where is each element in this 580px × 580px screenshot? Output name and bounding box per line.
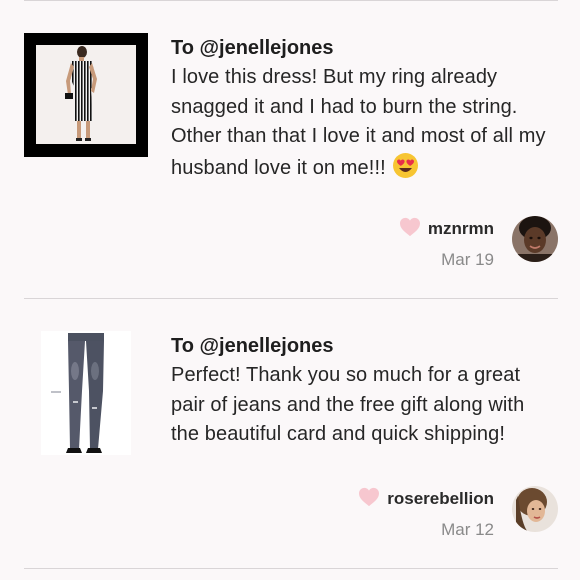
user-row: roserebellion	[358, 486, 494, 512]
heart-icon[interactable]	[358, 487, 380, 512]
reviewer-username[interactable]: mznrmn	[428, 219, 494, 239]
review-recipient[interactable]: To @jenellejones	[171, 34, 550, 62]
avatar[interactable]	[512, 486, 558, 532]
review-recipient[interactable]: To @jenellejones	[171, 332, 550, 360]
reviewer-username[interactable]: roserebellion	[387, 489, 494, 509]
divider-bottom	[24, 568, 558, 569]
review-body: To @jenellejones Perfect! Thank you so m…	[171, 332, 550, 450]
striped-dress-photo	[24, 33, 148, 157]
review-comment: Perfect! Thank you so much for a great p…	[171, 364, 525, 445]
review-date: Mar 12	[441, 520, 494, 539]
review-meta: mznrmn Mar 19	[399, 216, 494, 270]
review-date: Mar 19	[441, 250, 494, 269]
user-row: mznrmn	[399, 216, 494, 242]
heart-eyes-emoji	[392, 152, 419, 189]
review-body: To @jenellejones I love this dress! But …	[171, 34, 550, 188]
review-meta: roserebellion Mar 12	[358, 486, 494, 540]
avatar[interactable]	[512, 216, 558, 262]
heart-icon[interactable]	[399, 217, 421, 242]
review-comment: I love this dress! But my ring already s…	[171, 63, 550, 188]
product-thumbnail[interactable]	[24, 331, 148, 455]
review-item: To @jenellejones Perfect! Thank you so m…	[0, 298, 580, 568]
review-item: To @jenellejones I love this dress! But …	[0, 0, 580, 298]
skinny-jeans-photo	[41, 331, 131, 455]
review-comment-text: I love this dress! But my ring already s…	[171, 66, 546, 179]
product-thumbnail[interactable]	[24, 33, 148, 157]
